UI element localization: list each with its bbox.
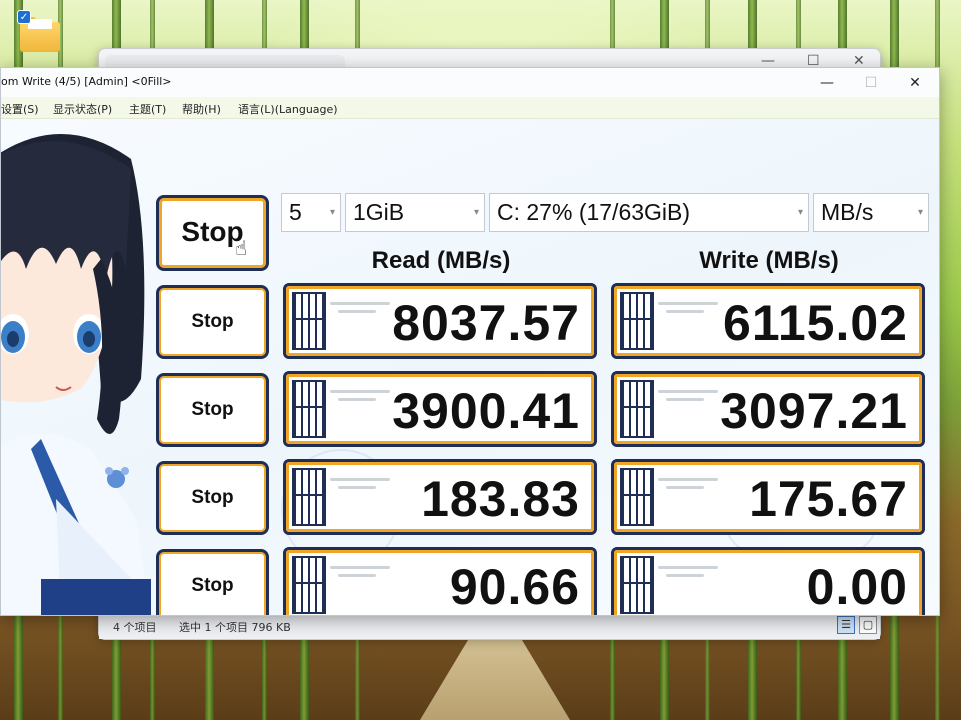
row4-write-result: 0.00 — [611, 547, 925, 615]
row3-stop-button[interactable]: Stop — [156, 461, 269, 535]
menu-help[interactable]: 帮助(H) — [182, 101, 221, 117]
menu-display[interactable]: 显示状态(P) — [53, 101, 112, 117]
scroll-icon — [620, 292, 654, 350]
maximize-button[interactable]: ☐ — [848, 70, 894, 96]
menu-language[interactable]: 语言(L)(Language) — [238, 101, 338, 117]
hand-cursor-icon: ☝ — [235, 236, 248, 260]
row4-write-value: 0.00 — [806, 559, 908, 615]
chevron-down-icon: ▾ — [917, 207, 923, 218]
test-count-select[interactable]: 5 ▾ — [281, 193, 341, 232]
all-button[interactable]: Stop — [156, 195, 269, 271]
benchmark-panel: Stop ☝ 5 ▾ 1GiB ▾ C: 27% (17/63GiB) ▾ MB… — [1, 119, 939, 615]
chevron-down-icon: ▾ — [797, 207, 803, 218]
write-header: Write (MB/s) — [699, 247, 839, 274]
close-button[interactable]: ✕ — [892, 70, 938, 96]
details-view-icon[interactable]: ☰ — [837, 616, 855, 634]
row1-write-result: 6115.02 — [611, 283, 925, 359]
row2-stop-button[interactable]: Stop — [156, 373, 269, 447]
test-size-select[interactable]: 1GiB ▾ — [345, 193, 485, 232]
row2-read-value: 3900.41 — [392, 383, 580, 439]
tiles-view-icon[interactable]: ▢ — [859, 616, 877, 634]
selection-info: 选中 1 个项目 796 KB — [179, 621, 291, 634]
item-count: 4 个项目 — [113, 621, 157, 634]
row1-read-result: 8037.57 — [283, 283, 597, 359]
row3-read-value: 183.83 — [421, 471, 580, 527]
row2-write-result: 3097.21 — [611, 371, 925, 447]
crystaldiskmark-window: om Write (4/5) [Admin] <0Fill> — ☐ ✕ 设置(… — [0, 67, 940, 616]
row3-write-result: 175.67 — [611, 459, 925, 535]
scroll-icon — [292, 380, 326, 438]
row1-stop-button[interactable]: Stop — [156, 285, 269, 359]
menu-settings[interactable]: 设置(S) — [1, 101, 39, 117]
minimize-button[interactable]: — — [804, 70, 850, 96]
checkbox-icon: ✓ — [17, 10, 31, 24]
row1-write-value: 6115.02 — [723, 295, 908, 351]
read-header: Read (MB/s) — [371, 247, 511, 274]
scroll-icon — [292, 468, 326, 526]
scroll-icon — [292, 292, 326, 350]
row4-stop-button[interactable]: Stop — [156, 549, 269, 615]
unit-select[interactable]: MB/s ▾ — [813, 193, 929, 232]
scroll-icon — [620, 468, 654, 526]
chevron-down-icon: ▾ — [473, 207, 479, 218]
scroll-icon — [292, 556, 326, 614]
row2-write-value: 3097.21 — [720, 383, 908, 439]
row4-read-result: 90.66 — [283, 547, 597, 615]
folder-icon[interactable]: ✓ — [16, 10, 64, 52]
scroll-icon — [620, 556, 654, 614]
character-illustration — [1, 119, 151, 615]
drive-select[interactable]: C: 27% (17/63GiB) ▾ — [489, 193, 809, 232]
all-button-label: Stop — [181, 216, 244, 247]
window-title: om Write (4/5) [Admin] <0Fill> — [1, 75, 172, 88]
row3-write-value: 175.67 — [749, 471, 908, 527]
menu-theme[interactable]: 主题(T) — [129, 101, 166, 117]
row1-read-value: 8037.57 — [392, 295, 580, 351]
scroll-icon — [620, 380, 654, 438]
title-bar: om Write (4/5) [Admin] <0Fill> — ☐ ✕ — [1, 68, 939, 97]
chevron-down-icon: ▾ — [329, 207, 335, 218]
menu-bar: 设置(S) 显示状态(P) 主题(T) 帮助(H) 语言(L)(Language… — [1, 97, 939, 119]
row2-read-result: 3900.41 — [283, 371, 597, 447]
row3-read-result: 183.83 — [283, 459, 597, 535]
row4-read-value: 90.66 — [449, 559, 580, 615]
